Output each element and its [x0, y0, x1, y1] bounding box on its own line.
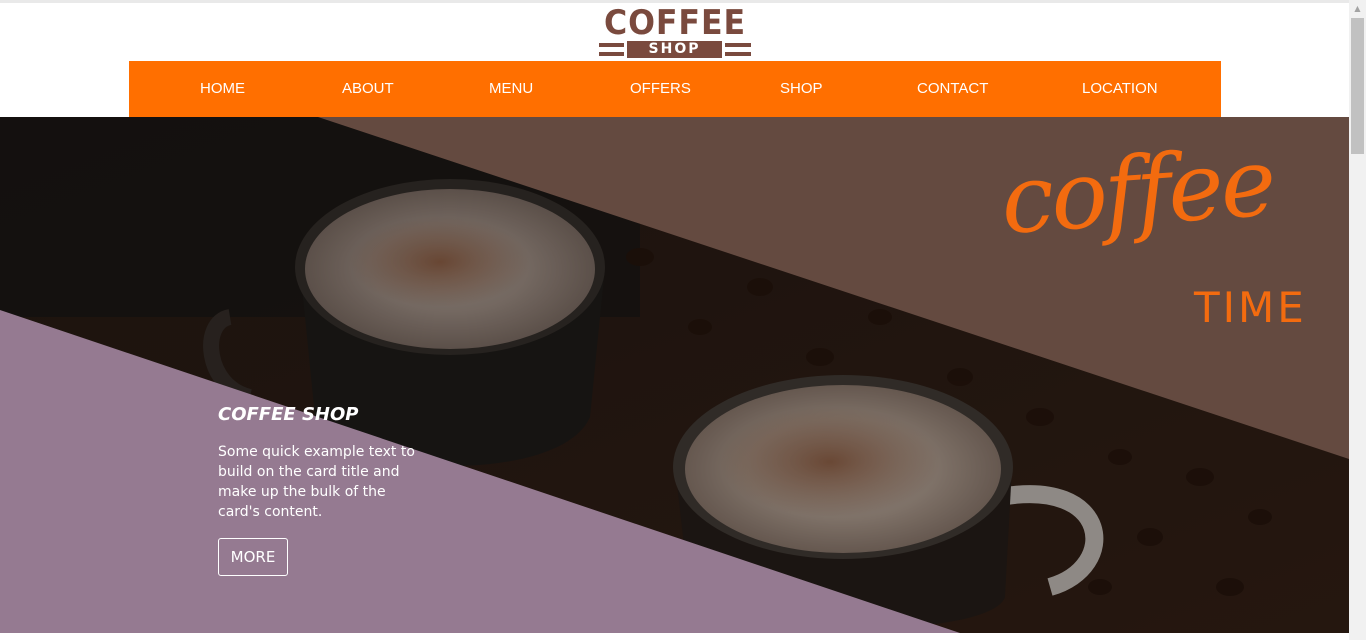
- main-nav: HOME ABOUT MENU OFFERS SHOP CONTACT LOCA…: [129, 61, 1221, 117]
- bottom-strip: [0, 633, 1350, 640]
- nav-item-shop[interactable]: SHOP: [780, 61, 823, 117]
- coffee-script-word: coffee: [997, 128, 1277, 256]
- nav-item-location[interactable]: LOCATION: [1082, 61, 1158, 117]
- logo-word: COFFEE: [603, 3, 747, 43]
- card-title: COFFEE SHOP: [218, 404, 359, 425]
- nav-item-home[interactable]: HOME: [200, 61, 245, 117]
- nav-item-offers[interactable]: OFFERS: [630, 61, 691, 117]
- nav-item-menu[interactable]: MENU: [489, 61, 533, 117]
- more-button[interactable]: MORE: [218, 538, 288, 576]
- logo-stripe-right-bottom: [725, 52, 751, 56]
- scrollbar-thumb[interactable]: [1351, 18, 1364, 154]
- scroll-up-arrow-icon[interactable]: ▲: [1349, 0, 1366, 17]
- hero-banner: coffee TIME: [0, 117, 1349, 633]
- logo-stripe-left-bottom: [599, 52, 624, 56]
- logo-stripe-left-top: [599, 43, 624, 47]
- nav-item-contact[interactable]: CONTACT: [917, 61, 988, 117]
- logo-stripe-right-top: [725, 43, 751, 47]
- logo-shop-label: SHOP: [648, 41, 701, 57]
- time-word: TIME: [1194, 283, 1307, 332]
- vertical-scrollbar[interactable]: ▲: [1349, 0, 1366, 640]
- logo-shop-box: SHOP: [627, 41, 722, 58]
- coffee-shop-logo[interactable]: COFFEE SHOP: [598, 5, 752, 59]
- card-text: Some quick example text to build on the …: [218, 444, 415, 520]
- nav-item-about[interactable]: ABOUT: [342, 61, 394, 117]
